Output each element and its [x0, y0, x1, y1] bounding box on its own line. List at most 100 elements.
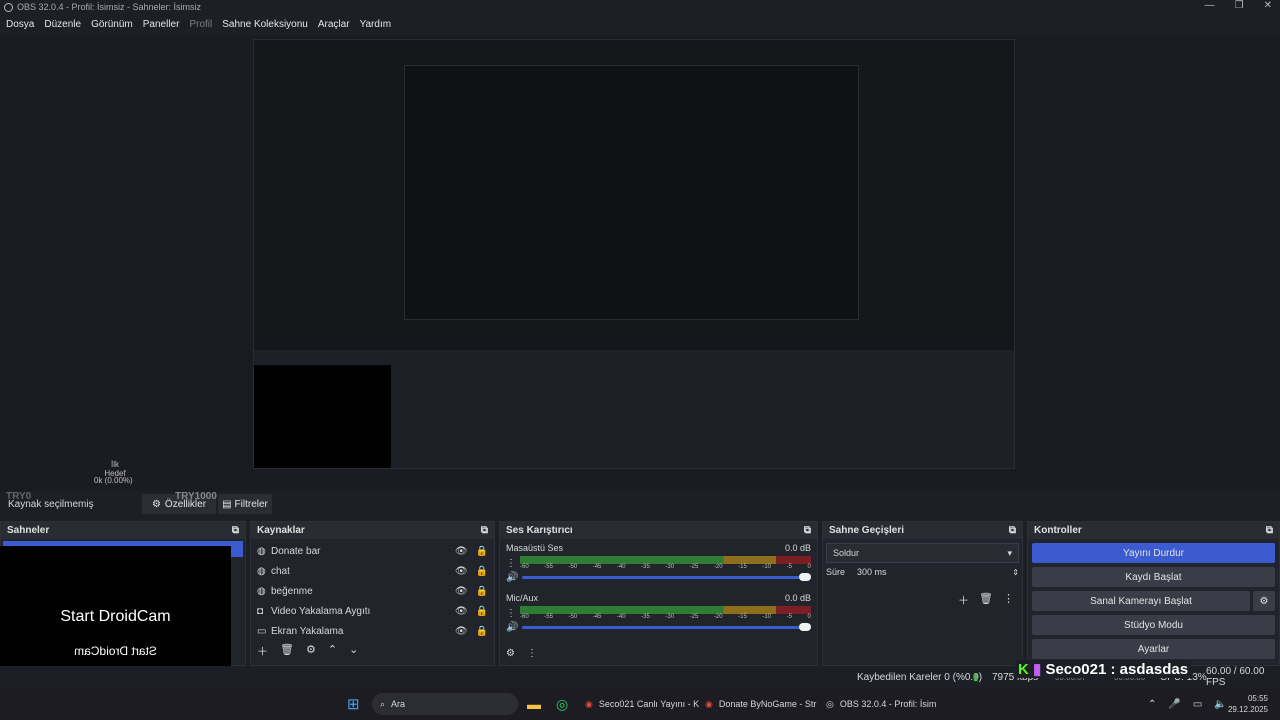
eye-icon[interactable]: 👁: [455, 606, 468, 617]
close-icon[interactable]: ✕: [1264, 0, 1272, 11]
undock-icon[interactable]: ⧉: [232, 525, 239, 536]
mixer-toolbar: ⚙ ⋮: [506, 648, 537, 659]
menu-help[interactable]: Yardım: [360, 19, 392, 30]
add-transition-icon[interactable]: ＋: [958, 592, 969, 608]
chevron-up-icon[interactable]: ⌃: [1148, 699, 1156, 710]
obs-logo-icon: [4, 2, 13, 12]
eye-icon[interactable]: 👁: [455, 546, 468, 557]
kick-icon: K: [1018, 661, 1029, 678]
lock-icon[interactable]: 🔒: [476, 546, 488, 557]
undock-icon[interactable]: ⧉: [804, 525, 811, 536]
meter-scale: -60 -55 -50 -45 -40 -35 -30 -25 -20 -15 -10 -5 0: [520, 614, 811, 620]
lock-icon[interactable]: 🔒: [476, 606, 488, 617]
kebab-menu-icon[interactable]: ⋮: [1003, 592, 1014, 608]
speaker-icon[interactable]: 🔊: [506, 572, 518, 583]
chevron-down-icon[interactable]: ⌄: [349, 643, 358, 659]
sources-toolbar: ＋ 🗑 ⚙ ⌃ ⌄: [257, 643, 358, 659]
microphone-icon[interactable]: 🎤: [1168, 699, 1180, 710]
nested-phone: [254, 365, 391, 468]
source-item[interactable]: ▭ Ekran Yakalama 👁 🔒: [251, 621, 494, 641]
source-toolbar: Kaynak seçilmemiş TRY0 ⚙ Özellikler TRY1…: [0, 491, 1280, 515]
start-virtual-camera-button[interactable]: Sanal Kamerayı Başlat: [1032, 591, 1250, 611]
volume-slider[interactable]: [522, 573, 811, 581]
add-source-icon[interactable]: ＋: [257, 643, 268, 659]
settings-button[interactable]: Ayarlar: [1032, 639, 1275, 659]
camera-icon: ◘: [257, 605, 264, 617]
droidcam-title: Start DroidCam: [60, 608, 171, 625]
display-icon[interactable]: ▭: [1193, 699, 1202, 710]
mixer-channel: Masaüstü Ses 0.0 dB ⋮ -60 -55 -50 -45 -40 -35…: [500, 539, 817, 583]
filters-button[interactable]: ▤ Filtreler: [218, 494, 272, 514]
duration-field[interactable]: 300 ms: [857, 567, 1012, 577]
volume-icon[interactable]: 🔈: [1214, 699, 1226, 710]
stop-stream-button[interactable]: Yayını Durdur: [1032, 543, 1275, 563]
clock[interactable]: 05:55 29.12.2025: [1228, 693, 1268, 715]
minimize-icon[interactable]: —: [1205, 0, 1215, 11]
search-icon: ⌕: [380, 698, 386, 709]
taskbar-search[interactable]: ⌕ Ara: [372, 693, 518, 715]
transitions-header: Sahne Geçişleri ⧉: [823, 522, 1022, 539]
try0-label: TRY0: [6, 491, 32, 502]
controls-dock: Kontroller ⧉ Yayını Durdur Kaydı Başlat …: [1027, 521, 1280, 666]
eye-icon[interactable]: 👁: [455, 626, 468, 637]
taskbar-app[interactable]: ◎ OBS 32.0.4 - Profil: İsim: [826, 699, 936, 710]
folder-icon[interactable]: ▬: [527, 696, 541, 712]
lock-icon[interactable]: 🔒: [476, 566, 488, 577]
chevron-up-icon[interactable]: ⌃: [328, 643, 337, 659]
source-item[interactable]: ◍ beğenme 👁 🔒: [251, 581, 494, 601]
volume-slider[interactable]: [522, 623, 811, 631]
menu-edit[interactable]: Düzenle: [44, 19, 81, 30]
volume-meter: [520, 606, 811, 614]
source-item[interactable]: ◍ chat 👁 🔒: [251, 561, 494, 581]
trash-icon[interactable]: 🗑: [280, 643, 294, 659]
chevron-down-icon: ▾: [1007, 547, 1012, 558]
whatsapp-icon[interactable]: ◎: [556, 696, 568, 713]
signal-icon: ▮: [973, 671, 979, 683]
menu-view[interactable]: Görünüm: [91, 19, 133, 30]
menu-scene-collection[interactable]: Sahne Koleksiyonu: [222, 19, 308, 30]
lock-icon[interactable]: 🔒: [476, 626, 488, 637]
chrome-icon: ◉: [705, 698, 713, 709]
speaker-icon[interactable]: 🔊: [506, 622, 518, 633]
menu-file[interactable]: Dosya: [6, 19, 34, 30]
source-item[interactable]: ◘ Video Yakalama Aygıtı 👁 🔒: [251, 601, 494, 621]
gear-icon[interactable]: ⚙: [306, 643, 316, 659]
undock-icon[interactable]: ⧉: [1009, 525, 1016, 536]
studio-mode-button[interactable]: Stüdyo Modu: [1032, 615, 1275, 635]
mixer-channel: Mic/Aux 0.0 dB ⋮ -60 -55 -50 -45 -40 -35 -30 -2…: [500, 583, 817, 633]
try1000-label: TRY1000: [175, 491, 217, 502]
source-item[interactable]: ◍ Donate bar 👁 🔒: [251, 541, 494, 561]
trash-icon[interactable]: 🗑: [979, 592, 993, 608]
meter-scale: -60 -55 -50 -45 -40 -35 -30 -25 -20 -15 -10 -5 0: [520, 564, 811, 570]
stepper-icon[interactable]: ⇕: [1012, 568, 1019, 577]
menu-profile[interactable]: Profil: [189, 19, 212, 30]
eye-icon[interactable]: 👁: [455, 566, 468, 577]
browser-icon: ◍: [257, 545, 266, 557]
transitions-toolbar: ＋ 🗑 ⋮: [958, 592, 1014, 608]
undock-icon[interactable]: ⧉: [481, 525, 488, 536]
kebab-menu-icon[interactable]: ⋮: [527, 648, 537, 659]
kebab-menu-icon[interactable]: ⋮: [506, 558, 516, 569]
transition-select[interactable]: Soldur ▾: [826, 543, 1019, 563]
start-recording-button[interactable]: Kaydı Başlat: [1032, 567, 1275, 587]
filter-icon: ▤: [222, 498, 232, 510]
taskbar-app[interactable]: ◉ Donate ByNoGame - Str: [705, 699, 816, 710]
eye-icon[interactable]: 👁: [455, 586, 468, 597]
kebab-menu-icon[interactable]: ⋮: [506, 608, 516, 619]
undock-icon[interactable]: ⧉: [1266, 525, 1273, 536]
settings-link-icon[interactable]: ⚙: [506, 648, 515, 659]
taskbar: ⊞ ⌕ Ara ▬ ◎ ◉ Seco021 Canlı Yayını - K ◉…: [0, 688, 1280, 720]
nested-preview: [404, 65, 859, 320]
lock-icon[interactable]: 🔒: [476, 586, 488, 597]
audio-mixer-dock: Ses Karıştırıcı ⧉ Masaüstü Ses 0.0 dB ⋮ …: [499, 521, 818, 666]
menu-tools[interactable]: Araçlar: [318, 19, 350, 30]
taskbar-app[interactable]: ◉ Seco021 Canlı Yayını - K: [585, 699, 699, 710]
preview-canvas[interactable]: [253, 39, 1015, 469]
windows-start-icon[interactable]: ⊞: [347, 695, 360, 713]
channel-db: 0.0 dB: [784, 593, 811, 603]
gear-icon: ⚙: [1259, 595, 1269, 607]
maximize-icon[interactable]: ❐: [1235, 0, 1244, 11]
menu-docks[interactable]: Paneller: [143, 19, 180, 30]
droidcam-mirrored: Start DroidCam: [74, 644, 157, 658]
virtual-camera-settings-button[interactable]: ⚙: [1253, 591, 1275, 611]
